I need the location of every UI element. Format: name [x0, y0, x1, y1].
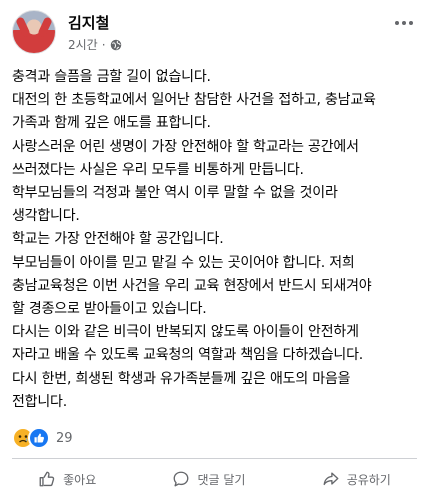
post-text-line: 충격과 슬픔을 금할 길이 없습니다. — [12, 69, 211, 85]
post-paragraph: 사랑스러운 어린 생명이 가장 안전해야 할 학교라는 공간에서쓰러졌다는 사실… — [12, 136, 422, 182]
post-header: 김지철 2시간 · — [12, 10, 417, 60]
share-button[interactable]: 공유하기 — [312, 466, 401, 492]
post-text-line: 자라고 배울 수 있도록 교육청의 역할과 책임을 다하겠습니다. — [12, 347, 364, 364]
post-paragraph: 다시는 이와 같은 비극이 반복되지 않도록 아이들이 안전하게자라고 배울 수… — [12, 321, 422, 367]
comment-button[interactable]: 댓글 달기 — [162, 466, 255, 492]
post-body: 충격과 슬픔을 금할 길이 없습니다. 대전의 한 초등학교에서 일어난 참담한 … — [12, 66, 422, 414]
globe-icon — [110, 39, 121, 50]
post-text-line: 쓰러졌다는 사실은 우리 모두를 비통하게 만듭니다. — [12, 161, 304, 178]
post-text-line: 학교는 가장 안전해야 할 공간입니다. — [12, 231, 224, 248]
post-text-line: 다시는 이와 같은 비극이 반복되지 않도록 아이들이 안전하게 — [12, 324, 359, 341]
post-text-line: 부모님들이 아이를 믿고 맡길 수 있는 곳이어야 합니다. 저희 — [12, 254, 355, 271]
post-text-line: 가족과 함께 깊은 애도를 표합니다. — [12, 115, 211, 132]
post-paragraph: 학교는 가장 안전해야 할 공간입니다. — [12, 228, 422, 251]
share-label: 공유하기 — [346, 472, 391, 487]
author-name[interactable]: 김지철 — [68, 12, 109, 33]
comment-icon — [174, 471, 189, 487]
post-paragraph: 대전의 한 초등학교에서 일어난 참담한 사건을 접하고, 충남교육가족과 함께… — [12, 89, 422, 135]
thumbs-up-icon — [39, 471, 55, 487]
comment-label: 댓글 달기 — [197, 472, 246, 487]
post-text-line: 생각합니다. — [12, 208, 80, 225]
post-text-line: 대전의 한 초등학교에서 일어난 참담한 사건을 접하고, 충남교육 — [12, 92, 376, 109]
post-paragraph: 충격과 슬픔을 금할 길이 없습니다. — [12, 66, 422, 89]
more-options-icon[interactable] — [391, 14, 417, 32]
share-icon — [323, 472, 339, 486]
like-label: 좋아요 — [63, 472, 97, 487]
post-paragraph: 다시 한번, 희생된 학생과 유가족분들께 깊은 애도의 마음을전합니다. — [12, 368, 422, 414]
like-button[interactable]: 좋아요 — [28, 466, 106, 492]
divider — [12, 458, 417, 459]
post-text-line: 전합니다. — [12, 393, 67, 410]
avatar[interactable] — [12, 10, 56, 54]
post-time[interactable]: 2시간 — [68, 36, 98, 53]
post-paragraph: 학부모님들의 걱정과 불안 역시 이루 말할 수 없을 것이라생각합니다. — [12, 182, 422, 228]
like-reaction-icon — [28, 427, 50, 449]
post-meta: 2시간 · — [68, 36, 122, 53]
post-text-line: 충남교육청은 이번 사건을 우리 교육 현장에서 반드시 되새겨야 — [12, 277, 372, 294]
action-bar: 좋아요 댓글 달기 공유하기 — [0, 462, 429, 496]
post-text-line: 학부모님들의 걱정과 불안 역시 이루 말할 수 없을 것이라 — [12, 185, 338, 202]
post-text-line: 사랑스러운 어린 생명이 가장 안전해야 할 학교라는 공간에서 — [12, 138, 359, 155]
post-text-line: 다시 한번, 희생된 학생과 유가족분들께 깊은 애도의 마음을 — [12, 370, 351, 387]
reaction-summary[interactable]: 29 — [12, 427, 73, 449]
post-text-line: 할 경종으로 받아들이고 있습니다. — [12, 301, 207, 318]
reaction-count[interactable]: 29 — [56, 431, 73, 446]
post-paragraph: 부모님들이 아이를 믿고 맡길 수 있는 곳이어야 합니다. 저희충남교육청은 … — [12, 252, 422, 322]
